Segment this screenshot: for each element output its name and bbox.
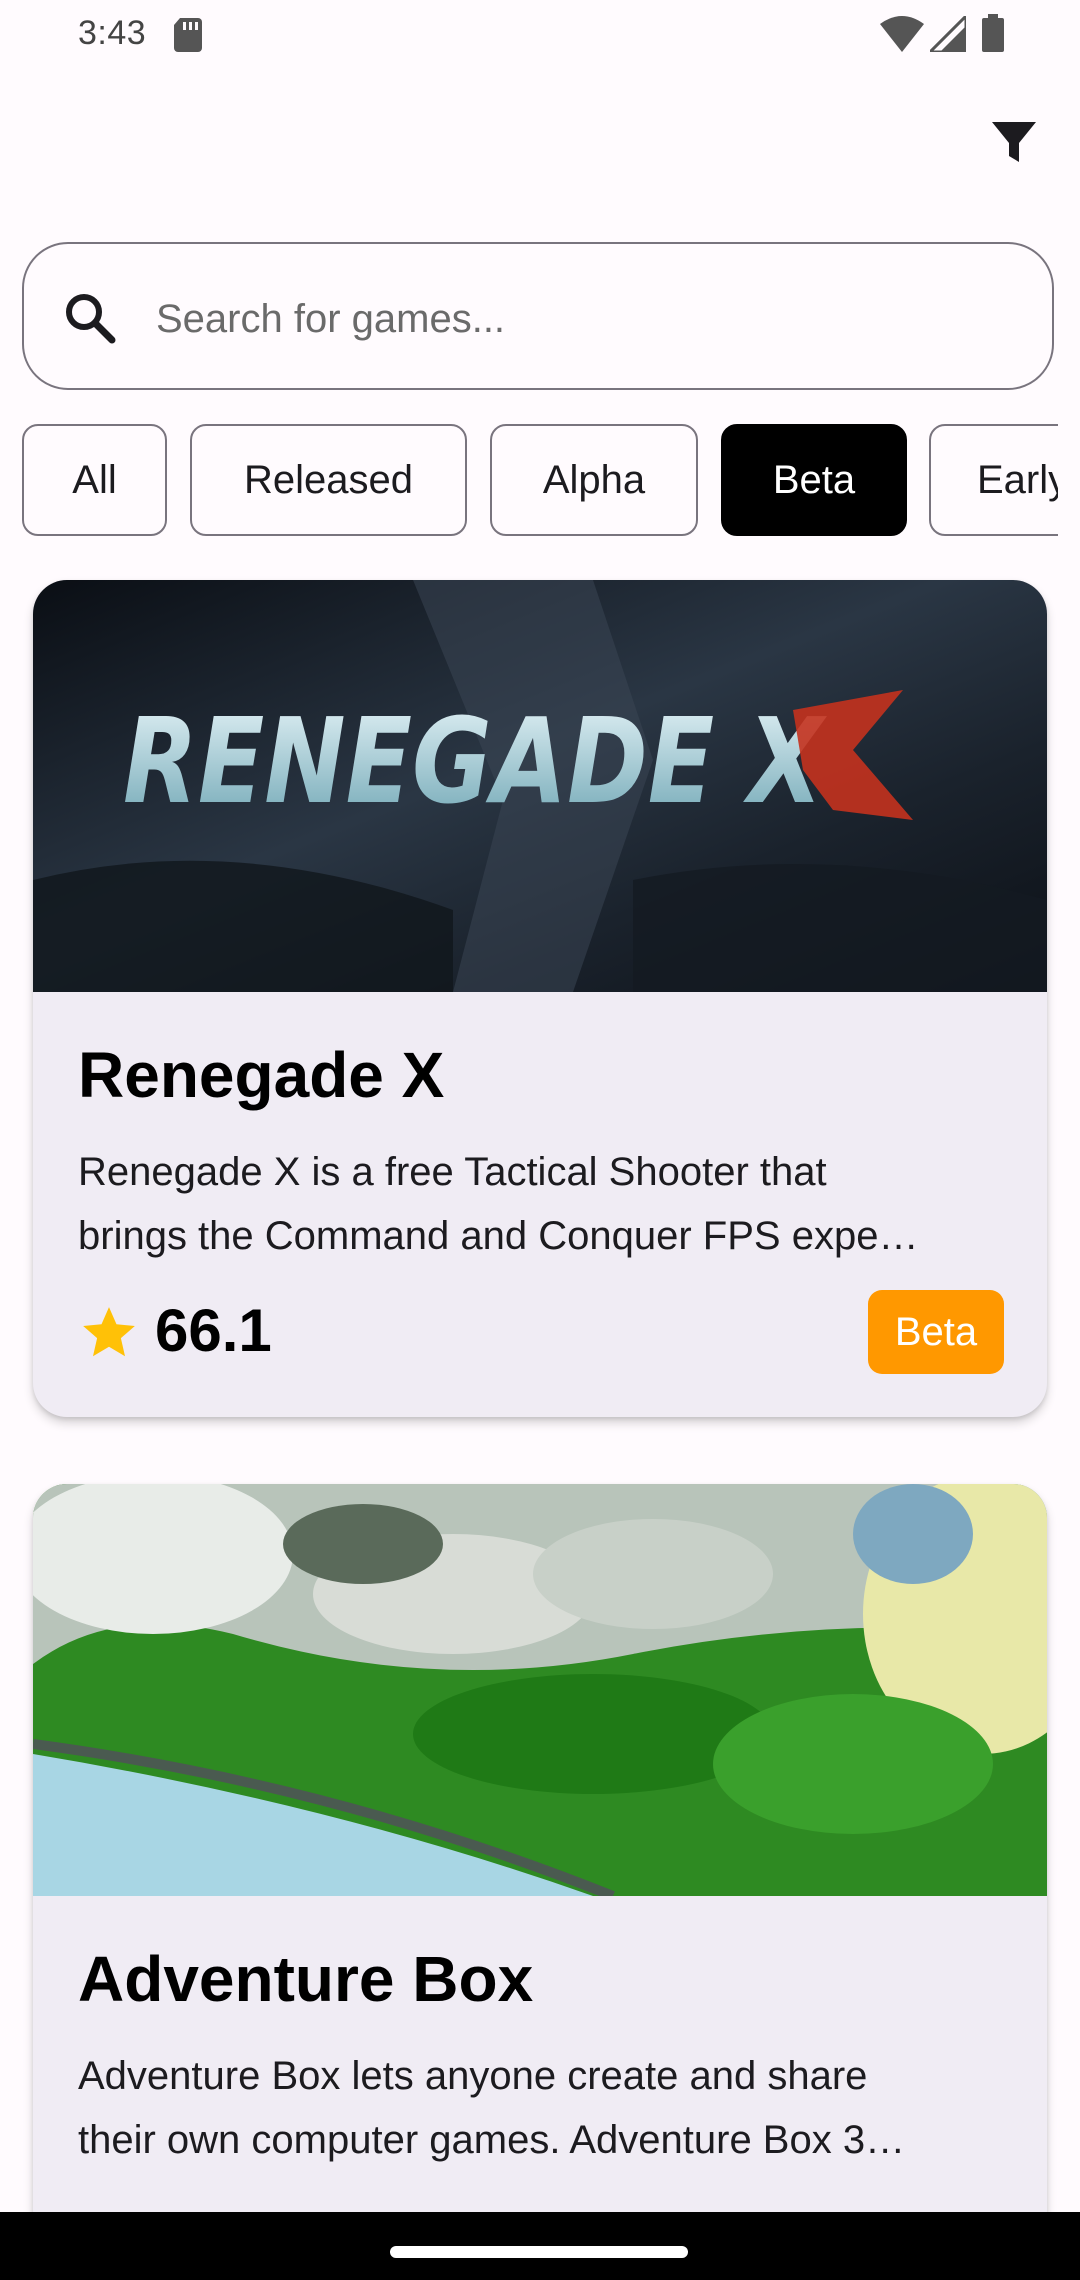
chip-label: All xyxy=(72,457,117,502)
game-cover-image: RENEGADE X xyxy=(33,580,1047,992)
star-icon xyxy=(83,1307,135,1357)
game-card[interactable]: Adventure Box Adventure Box lets anyone … xyxy=(33,1484,1047,2244)
game-title: Renegade X xyxy=(78,1039,445,1111)
signal-icon xyxy=(930,16,966,52)
chip-label: Released xyxy=(243,457,413,502)
rating-value: 66.1 xyxy=(155,1297,272,1364)
chip-label: Alpha xyxy=(542,457,646,502)
chip-label: Early xyxy=(977,457,1058,502)
chip-all[interactable]: All xyxy=(22,424,167,536)
filter-button[interactable] xyxy=(984,112,1044,172)
home-indicator[interactable] xyxy=(390,2246,688,2258)
search-icon xyxy=(66,294,116,344)
status-time: 3:43 xyxy=(78,14,147,52)
description-line: brings the Command and Conquer FPS expe… xyxy=(78,1214,919,1258)
chip-label: Beta xyxy=(772,457,856,502)
cover-logo-text: RENEGADE X xyxy=(123,692,827,830)
chip-released[interactable]: Released xyxy=(190,424,467,536)
search-box[interactable] xyxy=(22,242,1054,390)
game-description: Adventure Box lets anyone create and sha… xyxy=(78,2044,1008,2172)
chip-early[interactable]: Early xyxy=(929,424,1058,536)
game-card[interactable]: RENEGADE X Renegade X Renegade X is a fr… xyxy=(33,580,1047,1417)
battery-icon xyxy=(982,14,1004,52)
status-badge: Beta xyxy=(868,1290,1004,1374)
search-input[interactable] xyxy=(154,282,1018,356)
game-title: Adventure Box xyxy=(78,1943,534,2015)
game-description: Renegade X is a free Tactical Shooter th… xyxy=(78,1140,1008,1268)
filter-icon xyxy=(992,122,1036,162)
sd-card-icon xyxy=(174,18,202,52)
wifi-icon xyxy=(880,16,924,52)
description-line: Adventure Box lets anyone create and sha… xyxy=(78,2054,868,2098)
description-line: Renegade X is a free Tactical Shooter th… xyxy=(78,1150,827,1194)
game-cover-image xyxy=(33,1484,1047,1896)
description-line: their own computer games. Adventure Box … xyxy=(78,2118,906,2162)
chip-alpha[interactable]: Alpha xyxy=(490,424,698,536)
filter-chip-row: All Released Alpha Beta Early xyxy=(22,424,1058,538)
status-bar: 3:43 xyxy=(0,0,1080,72)
chip-beta[interactable]: Beta xyxy=(721,424,907,536)
